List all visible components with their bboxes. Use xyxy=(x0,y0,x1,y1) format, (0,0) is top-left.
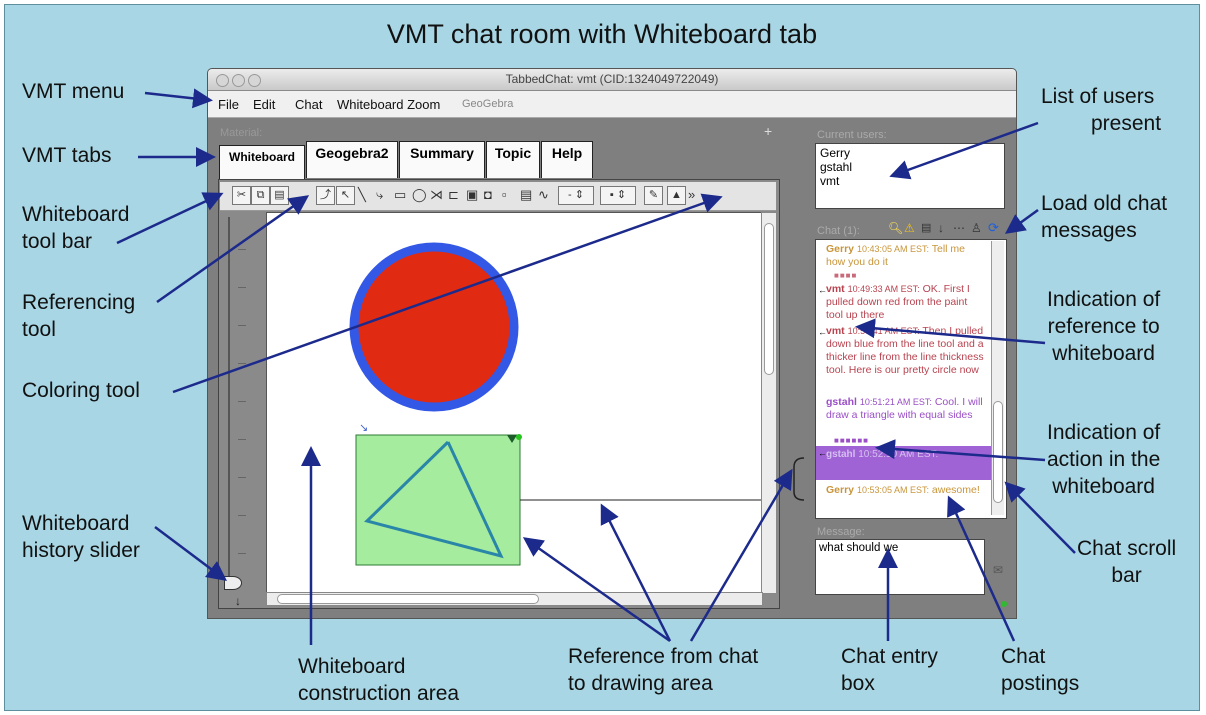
add-tab-icon[interactable]: + xyxy=(764,123,772,139)
vmt-window: TabbedChat: vmt (CID:1324049722049) File… xyxy=(207,68,1017,619)
list-icon[interactable]: ▤ xyxy=(921,221,931,234)
tab-help[interactable]: Help xyxy=(541,141,593,178)
slide: VMT chat room with Whiteboard tab Tabbed… xyxy=(4,4,1200,711)
chat-scrollbar[interactable] xyxy=(991,241,1004,515)
chat-post: gstahl 10:51:21 AM EST: Cool. I will dra… xyxy=(826,396,983,421)
label-history: Whiteboard history slider xyxy=(22,512,140,562)
label-indication-action: Indication of action in the whiteboard xyxy=(1047,421,1161,498)
whiteboard-toolbar: ✂ ⧉ ▤ ⤴ ↖ ╲ ⤷ ▭ ◯ ⋊ ⊏ ▣ ◘ ▫ ▤ ∿ - ⇕ ▪ ⇕ … xyxy=(220,182,776,211)
ellipse-icon[interactable]: ◯ xyxy=(412,187,427,203)
search-icon[interactable]: 🔍︎ xyxy=(888,221,903,235)
history-down-arrow-icon[interactable]: ↓ xyxy=(235,594,241,608)
label-toolbar: Whiteboard tool bar xyxy=(22,203,130,253)
message-label: Message: xyxy=(817,526,865,538)
user-item: gstahl xyxy=(820,160,853,174)
menu-chat[interactable]: Chat xyxy=(295,97,322,112)
download-icon[interactable]: ↓ xyxy=(938,221,944,235)
menu-geogebra[interactable]: GeoGebra xyxy=(462,98,513,110)
history-slider-handle[interactable] xyxy=(224,576,242,590)
tab-summary[interactable]: Summary xyxy=(399,141,485,178)
arrow-vmt-menu xyxy=(144,88,213,109)
users-list: Gerry gstahl vmt xyxy=(815,143,1005,209)
label-indication-reference: Indication of reference to whiteboard xyxy=(1047,288,1161,365)
polyline-icon[interactable]: ⋊ xyxy=(430,187,443,203)
tab-geogebra2[interactable]: Geogebra2 xyxy=(306,141,398,178)
reference-arrow-icon: ← xyxy=(818,327,827,337)
chat-post: Gerry 10:53:05 AM EST: awesome! xyxy=(826,484,980,496)
label-chat-scroll: Chat scroll bar xyxy=(1077,537,1177,587)
slide-title: VMT chat room with Whiteboard tab xyxy=(386,19,818,49)
user-item: vmt xyxy=(820,174,840,188)
user-item: Gerry xyxy=(820,146,850,160)
label-coloring: Coloring tool xyxy=(22,379,140,402)
reference-arrow-icon: ← xyxy=(818,448,827,458)
send-icon[interactable]: ✉ xyxy=(993,563,1003,577)
rectangle-icon[interactable]: ▭ xyxy=(394,187,406,203)
label-chat-entry: Chat entry box xyxy=(841,645,938,695)
label-vmt-tabs: VMT tabs xyxy=(22,144,112,167)
line-thickness-dropdown[interactable]: ▪ ⇕ xyxy=(600,186,636,205)
whiteboard-drawing: ↘ xyxy=(349,242,762,566)
tab-whiteboard[interactable]: Whiteboard xyxy=(219,145,305,182)
label-vmt-menu: VMT menu xyxy=(22,80,125,103)
textbox-icon[interactable]: ⊏ xyxy=(448,187,459,203)
material-label: Material: xyxy=(220,127,263,139)
label-referencing: Referencing tool xyxy=(22,291,136,341)
menu-edit[interactable]: Edit xyxy=(253,97,275,112)
link-icon[interactable]: ∿ xyxy=(538,187,549,203)
whiteboard-vertical-scrollbar[interactable] xyxy=(761,212,777,594)
reference-marker: ■■■■■■ xyxy=(834,436,869,445)
whiteboard-canvas[interactable]: ↘ xyxy=(266,212,763,594)
chat-post: vmt 10:50:41 AM EST: Then I pulled down … xyxy=(826,325,984,376)
warning-icon[interactable]: ⚠ xyxy=(904,221,915,235)
label-load-old: Load old chat messages xyxy=(1041,192,1168,242)
menu-bar: File Edit Chat Whiteboard Zoom GeoGebra xyxy=(208,91,1016,118)
copy-icon[interactable]: ⧉ xyxy=(251,186,270,205)
chat-post: Gerry 10:43:05 AM EST: Tell me how you d… xyxy=(826,243,965,268)
label-users-present: List of users present xyxy=(1041,85,1162,135)
select-icon[interactable]: ↖ xyxy=(336,186,355,205)
window-title: TabbedChat: vmt (CID:1324049722049) xyxy=(505,72,719,86)
coloring-tool-icon[interactable]: ▲ xyxy=(667,186,686,205)
svg-text:↘: ↘ xyxy=(359,421,368,434)
menu-file[interactable]: File xyxy=(218,97,239,112)
menu-whiteboard-zoom[interactable]: Whiteboard Zoom xyxy=(337,97,440,112)
font-size-dropdown[interactable]: - ⇕ xyxy=(558,186,594,205)
reference-arrow-icon: ← xyxy=(818,285,827,295)
cut-icon[interactable]: ✂ xyxy=(232,186,251,205)
chat-entry-box[interactable]: what should we xyxy=(815,539,985,595)
more-tools-icon[interactable]: » xyxy=(688,187,695,202)
label-construction: Whiteboard construction area xyxy=(298,655,460,705)
label-chat-postings: Chat postings xyxy=(1001,645,1080,695)
whiteboard-horizontal-scrollbar[interactable] xyxy=(266,592,763,606)
line-color-icon[interactable]: ✎ xyxy=(644,186,663,205)
reference-marker: ■■■■ xyxy=(834,271,858,280)
load-old-messages-icon[interactable]: ⟳ xyxy=(988,220,999,236)
paste-icon[interactable]: ▤ xyxy=(270,186,289,205)
drawn-circle xyxy=(349,242,519,412)
chat-label: Chat (1): xyxy=(817,225,860,237)
arrow-toolbar xyxy=(116,192,224,245)
status-dot xyxy=(1001,601,1007,607)
group-icon[interactable]: ◘ xyxy=(484,187,492,202)
person-icon[interactable]: ♙ xyxy=(971,221,982,235)
image-icon[interactable]: ▣ xyxy=(466,187,478,203)
connector-icon[interactable]: ⤷ xyxy=(376,187,383,203)
referencing-tool-icon[interactable]: ⤴ xyxy=(316,186,335,205)
whiteboard-action-post: gstahl 10:52:10 AM EST: xyxy=(816,446,992,480)
history-slider-track[interactable] xyxy=(228,217,238,589)
window-titlebar[interactable]: TabbedChat: vmt (CID:1324049722049) xyxy=(208,69,1016,91)
chat-post: vmt 10:49:33 AM EST: OK. First I pulled … xyxy=(826,283,970,321)
tab-topic[interactable]: Topic xyxy=(486,141,540,178)
chat-postings: Gerry 10:43:05 AM EST: Tell me how you d… xyxy=(815,239,1007,519)
current-users-label: Current users: xyxy=(817,129,887,141)
label-reference-from-chat: Reference from chat to drawing area xyxy=(568,645,759,695)
more-icon[interactable]: ⋯ xyxy=(953,221,965,235)
line-tool-icon[interactable]: ╲ xyxy=(358,187,366,203)
ungroup-icon[interactable]: ▫ xyxy=(502,187,507,202)
layer-icon[interactable]: ▤ xyxy=(520,187,532,203)
